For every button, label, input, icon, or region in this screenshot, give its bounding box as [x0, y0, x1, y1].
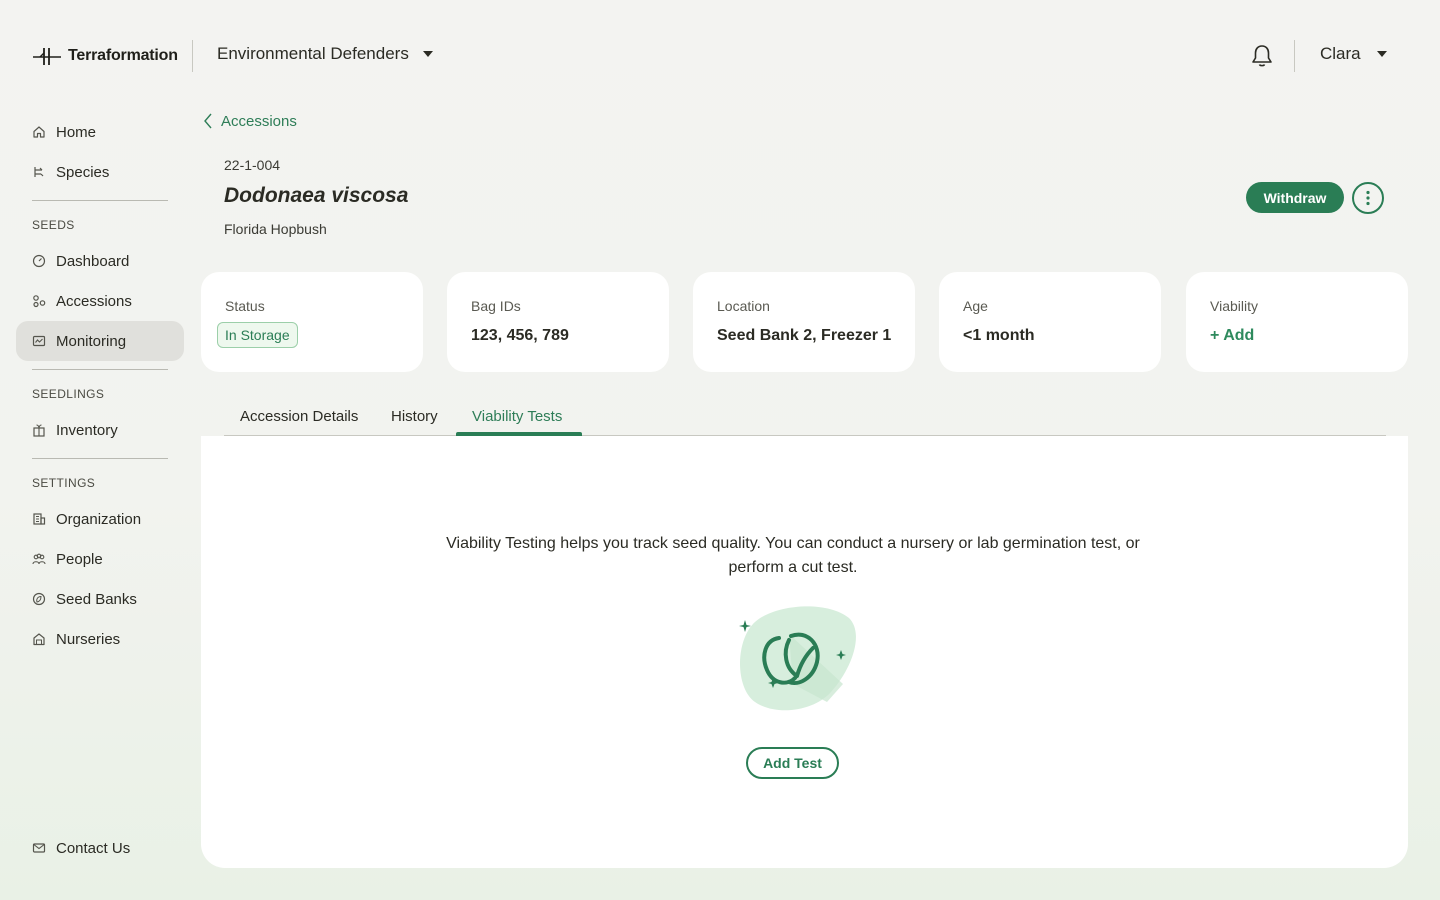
sidebar-item-label: Organization — [56, 510, 142, 528]
nursery-icon — [33, 633, 45, 646]
age-card: Age <1 month — [939, 272, 1161, 372]
sidebar-divider — [32, 369, 168, 370]
card-value: <1 month — [963, 327, 1035, 344]
card-label: Age — [963, 298, 988, 314]
seed-bank-icon — [32, 592, 46, 606]
withdraw-button[interactable]: Withdraw — [1246, 182, 1344, 213]
viability-tests-panel: Viability Testing helps you track seed q… — [201, 436, 1408, 868]
sidebar-item-label: People — [56, 550, 103, 568]
sidebar-item-label: Species — [56, 163, 110, 181]
sidebar-item-nurseries[interactable]: Nurseries — [16, 619, 184, 659]
card-value: Seed Bank 2, Freezer 1 — [717, 327, 892, 344]
sidebar: Home Species SEEDS Dashboard Accessions … — [16, 112, 184, 900]
card-label: Viability — [1210, 298, 1258, 314]
chevron-left-icon — [204, 113, 212, 129]
sidebar-item-people[interactable]: People — [16, 539, 184, 579]
sidebar-divider — [32, 200, 168, 201]
chevron-down-icon — [1376, 51, 1387, 57]
sidebar-item-monitoring[interactable]: Monitoring — [16, 321, 184, 361]
sidebar-item-label: Contact Us — [56, 839, 131, 857]
chevron-down-icon — [422, 51, 433, 57]
header-divider-right — [1294, 40, 1295, 72]
sidebar-item-label: Accessions — [56, 292, 132, 310]
breadcrumb[interactable]: Accessions — [203, 112, 297, 130]
terraformation-logo[interactable]: Terraformation — [32, 44, 178, 68]
dashboard-icon — [32, 254, 46, 268]
sidebar-item-dashboard[interactable]: Dashboard — [16, 241, 184, 281]
more-vertical-icon — [1366, 190, 1370, 206]
mail-icon — [32, 843, 46, 853]
species-name: Dodonaea viscosa — [224, 184, 409, 207]
card-label: Status — [225, 298, 265, 314]
more-options-button[interactable] — [1352, 182, 1384, 214]
common-name: Florida Hopbush — [224, 221, 327, 237]
sidebar-item-label: Dashboard — [56, 252, 130, 270]
sidebar-item-home[interactable]: Home — [16, 112, 184, 152]
brand-name: Terraformation — [68, 47, 178, 64]
sidebar-item-label: Nurseries — [56, 630, 121, 648]
empty-state-description: Viability Testing helps you track seed q… — [446, 535, 1140, 576]
status-badge: In Storage — [217, 322, 298, 348]
seed-illustration-icon — [739, 606, 856, 711]
organization-selector[interactable]: Environmental Defenders — [217, 44, 435, 64]
card-label: Location — [717, 298, 770, 314]
sidebar-item-label: Home — [56, 123, 97, 141]
user-menu[interactable]: Clara — [1320, 44, 1389, 64]
sidebar-item-seed-banks[interactable]: Seed Banks — [16, 579, 184, 619]
breadcrumb-link: Accessions — [221, 112, 297, 130]
notifications-bell-icon[interactable] — [1249, 43, 1275, 69]
location-card: Location Seed Bank 2, Freezer 1 — [693, 272, 915, 372]
organization-name: Environmental Defenders — [217, 44, 409, 63]
sidebar-divider — [32, 458, 168, 459]
sidebar-item-species[interactable]: Species — [16, 152, 184, 192]
add-viability-link[interactable]: + Add — [1210, 327, 1254, 345]
sidebar-section-settings: SETTINGS — [32, 476, 96, 490]
sidebar-section-seedlings: SEEDLINGS — [32, 387, 105, 401]
sidebar-item-organization[interactable]: Organization — [16, 499, 184, 539]
sidebar-item-accessions[interactable]: Accessions — [16, 281, 184, 321]
monitoring-icon — [32, 335, 46, 347]
tab-history[interactable]: History — [375, 396, 454, 436]
user-name: Clara — [1320, 44, 1361, 63]
bag-ids-card: Bag IDs 123, 456, 789 — [447, 272, 669, 372]
sidebar-section-seeds: SEEDS — [32, 218, 75, 232]
add-test-button[interactable]: Add Test — [746, 747, 839, 779]
sidebar-item-label: Monitoring — [56, 332, 127, 350]
home-icon — [33, 126, 45, 138]
inventory-icon — [33, 424, 45, 437]
sidebar-item-label: Inventory — [56, 421, 118, 439]
sidebar-item-contact-us[interactable]: Contact Us — [16, 828, 184, 868]
status-card: Status In Storage — [201, 272, 423, 372]
tab-bar: Accession Details History Viability Test… — [224, 396, 1386, 436]
accession-number: 22-1-004 — [224, 157, 281, 173]
sidebar-item-label: Seed Banks — [56, 590, 137, 608]
sidebar-item-inventory[interactable]: Inventory — [16, 410, 184, 450]
terraformation-logo-icon — [33, 48, 61, 65]
card-value: 123, 456, 789 — [471, 327, 569, 344]
people-icon — [32, 553, 46, 565]
card-label: Bag IDs — [471, 298, 521, 314]
viability-card: Viability + Add — [1186, 272, 1408, 372]
tab-viability-tests[interactable]: Viability Tests — [456, 396, 578, 436]
organization-icon — [33, 513, 46, 525]
species-icon — [34, 167, 44, 177]
accessions-icon — [33, 295, 46, 308]
tab-accession-details[interactable]: Accession Details — [224, 396, 374, 436]
top-bar: Terraformation Environmental Defenders C… — [0, 0, 1440, 112]
header-divider — [192, 40, 193, 72]
